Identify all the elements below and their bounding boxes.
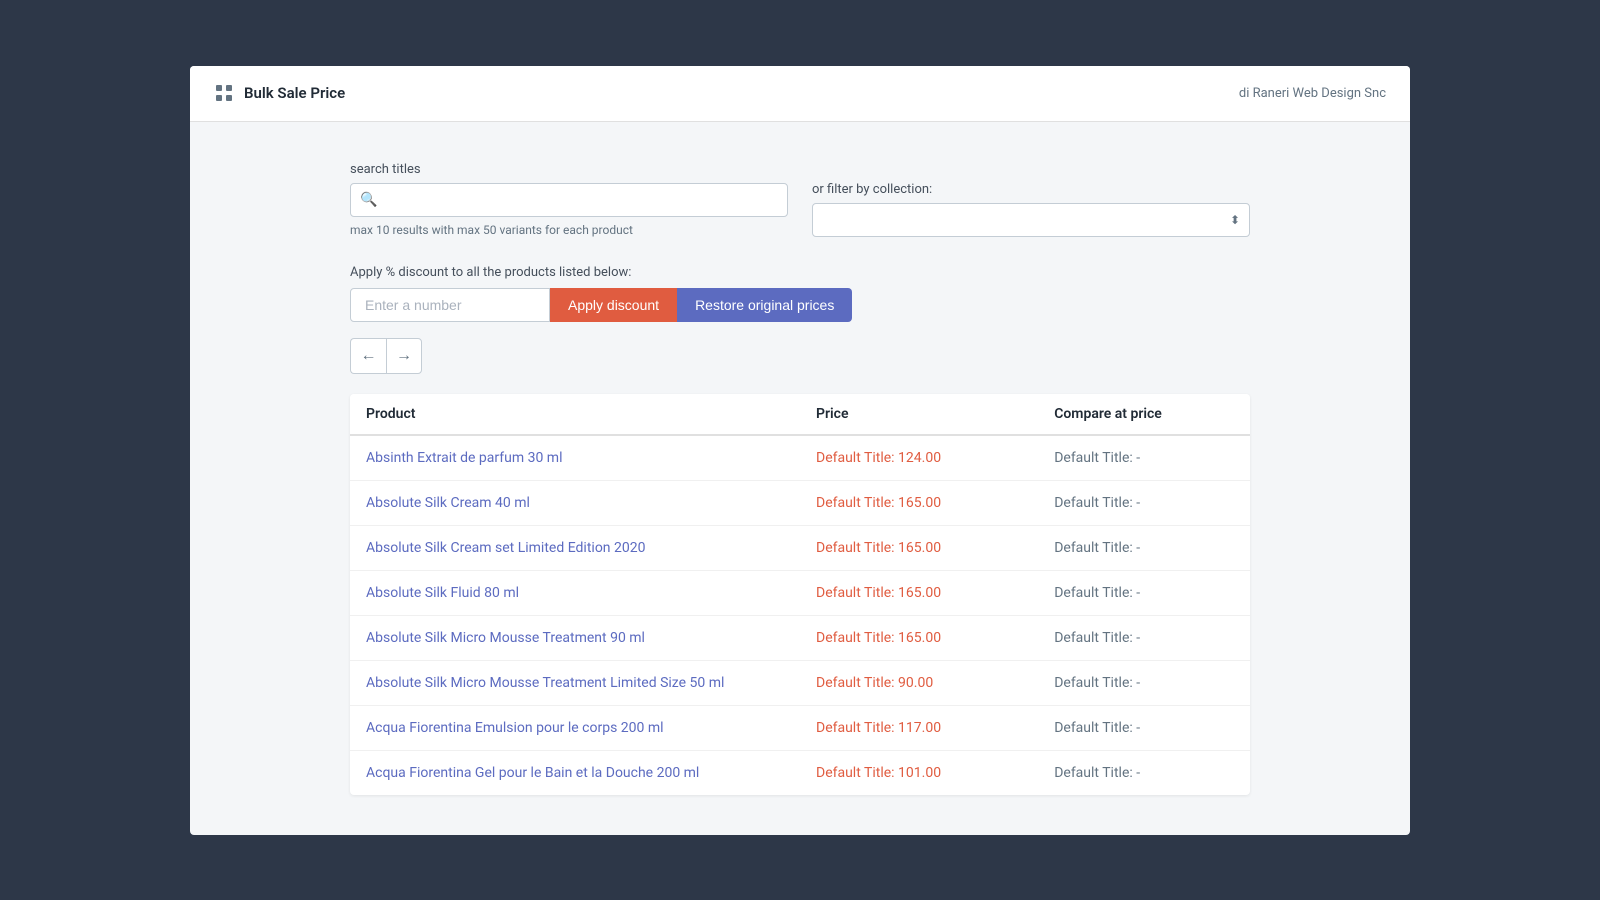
- collection-select[interactable]: [812, 203, 1250, 237]
- search-filter-row: search titles 🔍 max 10 results with max …: [350, 162, 1250, 237]
- search-input-wrapper: 🔍: [350, 183, 788, 217]
- table-row: Absolute Silk Micro Mousse Treatment 90 …: [350, 615, 1250, 660]
- discount-row: Apply discount Restore original prices: [350, 288, 1250, 322]
- pagination-nav: ← →: [350, 338, 1250, 374]
- price-cell: Default Title: 165.00: [800, 615, 1038, 660]
- price-cell: Default Title: 117.00: [800, 705, 1038, 750]
- restore-prices-button[interactable]: Restore original prices: [677, 288, 852, 322]
- header-left: Bulk Sale Price: [214, 83, 345, 103]
- search-group: search titles 🔍 max 10 results with max …: [350, 162, 788, 237]
- compare-price-cell: Default Title: -: [1038, 525, 1250, 570]
- search-icon: 🔍: [360, 192, 377, 208]
- column-product: Product: [350, 394, 800, 435]
- compare-price-cell: Default Title: -: [1038, 705, 1250, 750]
- discount-input[interactable]: [350, 288, 550, 322]
- table-row: Absolute Silk Micro Mousse Treatment Lim…: [350, 660, 1250, 705]
- column-price: Price: [800, 394, 1038, 435]
- collection-select-wrapper: ⬍: [812, 203, 1250, 237]
- price-cell: Default Title: 165.00: [800, 480, 1038, 525]
- price-cell: Default Title: 165.00: [800, 525, 1038, 570]
- search-label: search titles: [350, 162, 788, 177]
- prev-page-button[interactable]: ←: [350, 338, 386, 374]
- product-name-cell: Absinth Extrait de parfum 30 ml: [350, 435, 800, 481]
- app-title: Bulk Sale Price: [244, 84, 345, 102]
- table-row: Acqua Fiorentina Emulsion pour le corps …: [350, 705, 1250, 750]
- product-name-cell: Absolute Silk Cream 40 ml: [350, 480, 800, 525]
- apply-discount-button[interactable]: Apply discount: [550, 288, 677, 322]
- compare-price-cell: Default Title: -: [1038, 570, 1250, 615]
- table-row: Acqua Fiorentina Gel pour le Bain et la …: [350, 750, 1250, 795]
- table-row: Absolute Silk Fluid 80 mlDefault Title: …: [350, 570, 1250, 615]
- filter-group: or filter by collection: ⬍: [812, 182, 1250, 237]
- product-name-cell: Acqua Fiorentina Gel pour le Bain et la …: [350, 750, 800, 795]
- table-header-row: Product Price Compare at price: [350, 394, 1250, 435]
- price-cell: Default Title: 101.00: [800, 750, 1038, 795]
- price-cell: Default Title: 90.00: [800, 660, 1038, 705]
- compare-price-cell: Default Title: -: [1038, 660, 1250, 705]
- price-cell: Default Title: 124.00: [800, 435, 1038, 481]
- content: search titles 🔍 max 10 results with max …: [190, 122, 1410, 835]
- next-page-button[interactable]: →: [386, 338, 422, 374]
- price-cell: Default Title: 165.00: [800, 570, 1038, 615]
- discount-label: Apply % discount to all the products lis…: [350, 265, 1250, 280]
- header-subtitle: di Raneri Web Design Snc: [1239, 86, 1386, 101]
- product-name-cell: Acqua Fiorentina Emulsion pour le corps …: [350, 705, 800, 750]
- compare-price-cell: Default Title: -: [1038, 615, 1250, 660]
- product-name-cell: Absolute Silk Fluid 80 ml: [350, 570, 800, 615]
- table-row: Absolute Silk Cream set Limited Edition …: [350, 525, 1250, 570]
- column-compare: Compare at price: [1038, 394, 1250, 435]
- search-input[interactable]: [350, 183, 788, 217]
- product-name-cell: Absolute Silk Cream set Limited Edition …: [350, 525, 800, 570]
- main-card: Bulk Sale Price di Raneri Web Design Snc…: [190, 66, 1410, 835]
- compare-price-cell: Default Title: -: [1038, 480, 1250, 525]
- compare-price-cell: Default Title: -: [1038, 750, 1250, 795]
- discount-section: Apply % discount to all the products lis…: [350, 265, 1250, 322]
- filter-label: or filter by collection:: [812, 182, 1250, 197]
- grid-icon: [214, 83, 234, 103]
- search-hint: max 10 results with max 50 variants for …: [350, 223, 788, 237]
- table-row: Absinth Extrait de parfum 30 mlDefault T…: [350, 435, 1250, 481]
- products-table: Product Price Compare at price Absinth E…: [350, 394, 1250, 795]
- header: Bulk Sale Price di Raneri Web Design Snc: [190, 66, 1410, 122]
- table-row: Absolute Silk Cream 40 mlDefault Title: …: [350, 480, 1250, 525]
- compare-price-cell: Default Title: -: [1038, 435, 1250, 481]
- product-name-cell: Absolute Silk Micro Mousse Treatment 90 …: [350, 615, 800, 660]
- product-name-cell: Absolute Silk Micro Mousse Treatment Lim…: [350, 660, 800, 705]
